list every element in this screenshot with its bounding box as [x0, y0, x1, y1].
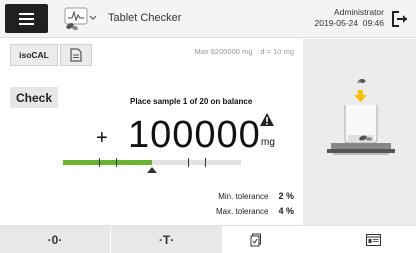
- menu-button[interactable]: [5, 4, 48, 33]
- protocol-button[interactable]: [223, 226, 288, 253]
- weight-sign: +: [96, 127, 108, 149]
- isocal-button[interactable]: isoCAL: [10, 44, 58, 66]
- results-button[interactable]: [330, 226, 416, 253]
- logout-button[interactable]: [390, 9, 410, 29]
- protocol-icon: [250, 233, 261, 247]
- bottom-bar: ·0· ·T·: [0, 225, 416, 253]
- results-icon: [365, 234, 381, 246]
- document-icon: [70, 48, 82, 62]
- weight-value: 100000: [128, 114, 261, 156]
- balance-illustration: [327, 79, 395, 155]
- tolerance-tick: [99, 158, 100, 167]
- instruction-text: Place sample 1 of 20 on balance: [130, 97, 253, 106]
- tolerance-tick: [188, 158, 189, 167]
- warning-icon: [260, 113, 274, 131]
- readability: d = 10 mg: [260, 47, 294, 56]
- tolerance-bar-fill: [63, 160, 152, 165]
- check-button[interactable]: Check: [10, 87, 58, 108]
- menu-icon-line: [19, 13, 34, 15]
- user-name: Administrator: [333, 7, 384, 17]
- min-tolerance: Min. tolerance 2 %: [218, 191, 294, 201]
- illustration-panel: [303, 39, 416, 225]
- balance-info: Max 8200000 mg d = 10 mg: [194, 47, 294, 56]
- max-capacity: Max 8200000 mg: [194, 47, 253, 56]
- tolerance-tick: [116, 158, 117, 167]
- app-icon[interactable]: [61, 6, 101, 32]
- user-info: Administrator 2019-05-24 09:46: [315, 7, 385, 29]
- tare-button[interactable]: ·T·: [111, 226, 222, 253]
- tolerance-bar: [63, 158, 241, 167]
- menu-icon-line: [19, 18, 34, 20]
- date: 2019-05-24: [314, 18, 358, 28]
- menu-icon-line: [19, 23, 34, 25]
- weight-unit: mg: [261, 137, 275, 148]
- logout-icon: [392, 11, 407, 27]
- max-tolerance-label: Max. tolerance: [216, 207, 269, 216]
- max-tolerance-value: 4 %: [278, 206, 294, 216]
- tolerance-tick: [205, 158, 206, 167]
- target-pointer: [147, 167, 157, 173]
- min-tolerance-value: 2 %: [278, 191, 294, 201]
- document-button[interactable]: [60, 44, 92, 66]
- app-title: Tablet Checker: [108, 12, 182, 24]
- max-tolerance: Max. tolerance 4 %: [216, 206, 294, 216]
- min-tolerance-label: Min. tolerance: [218, 192, 269, 201]
- weighing-panel: isoCAL Max 8200000 mg d = 10 mg Check Pla…: [0, 39, 302, 225]
- zero-button[interactable]: ·0·: [0, 226, 110, 253]
- top-bar: Tablet Checker Administrator 2019-05-24 …: [0, 0, 416, 38]
- time: 09:46: [362, 18, 384, 28]
